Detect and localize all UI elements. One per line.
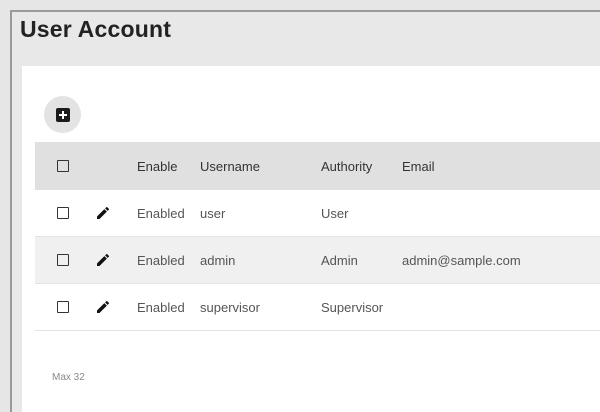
row-checkbox-cell [57, 190, 69, 236]
pencil-icon[interactable] [95, 205, 111, 221]
add-user-button[interactable] [44, 96, 81, 133]
row-checkbox[interactable] [57, 301, 69, 313]
row-checkbox[interactable] [57, 207, 69, 219]
pencil-icon[interactable] [95, 252, 111, 268]
row-authority: Supervisor [321, 299, 384, 315]
table-row[interactable]: Enabled user User [35, 190, 600, 237]
row-username: supervisor [200, 299, 260, 315]
row-checkbox[interactable] [57, 254, 69, 266]
select-all-checkbox-cell [57, 142, 69, 190]
column-header-enable[interactable]: Enable [137, 142, 177, 190]
row-enable: Enabled [137, 299, 185, 315]
row-checkbox-cell [57, 237, 69, 283]
row-username: user [200, 205, 226, 221]
row-checkbox-cell [57, 284, 69, 330]
user-table: Enable Username Authority Email Enabled … [35, 142, 600, 331]
row-enable: Enabled [137, 252, 185, 268]
pencil-icon[interactable] [95, 299, 111, 315]
user-account-card: Enable Username Authority Email Enabled … [22, 66, 600, 412]
row-username: admin [200, 252, 236, 268]
edit-cell [95, 284, 111, 330]
select-all-checkbox[interactable] [57, 160, 69, 172]
row-authority: Admin [321, 252, 358, 268]
column-header-authority[interactable]: Authority [321, 142, 372, 190]
column-header-email[interactable]: Email [402, 142, 435, 190]
table-row[interactable]: Enabled supervisor Supervisor [35, 284, 600, 331]
column-header-username[interactable]: Username [200, 142, 260, 190]
row-enable: Enabled [137, 205, 185, 221]
edit-cell [95, 190, 111, 236]
row-authority: User [321, 205, 349, 221]
table-row[interactable]: Enabled admin Admin admin@sample.com [35, 237, 600, 284]
edit-cell [95, 237, 111, 283]
max-users-note: Max 32 [52, 372, 85, 383]
table-header: Enable Username Authority Email [35, 142, 600, 190]
row-email: admin@sample.com [402, 252, 521, 268]
page-title: User Account [20, 16, 172, 42]
plus-square-icon [55, 107, 70, 122]
